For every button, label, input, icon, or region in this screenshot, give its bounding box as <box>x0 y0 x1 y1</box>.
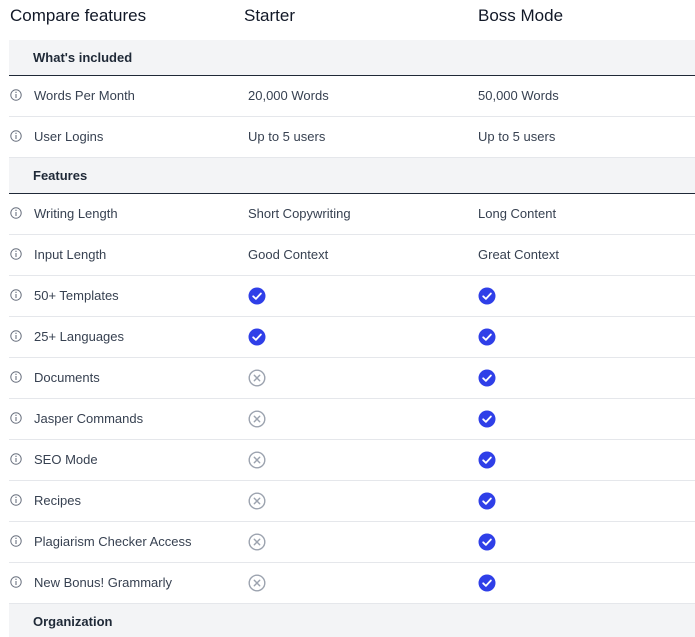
section-header: What's included <box>9 40 695 76</box>
plan-boss-mode-heading: Boss Mode <box>478 6 564 25</box>
starter-value: Up to 5 users <box>248 129 326 144</box>
info-icon[interactable] <box>10 576 22 588</box>
feature-comparison-table: What's included Words Per Month 20,000 Wor… <box>9 40 695 637</box>
table-row: Writing Length Short Copywriting Long Cont… <box>9 194 695 235</box>
section-title: Organization <box>33 614 113 629</box>
section-header: Organization <box>9 604 695 637</box>
check-icon <box>478 574 496 592</box>
check-icon <box>478 328 496 346</box>
table-row: SEO Mode <box>9 440 695 481</box>
boss-mode-value: Great Context <box>478 247 559 262</box>
feature-label: New Bonus! Grammarly <box>34 575 172 590</box>
info-icon[interactable] <box>10 535 22 547</box>
info-icon[interactable] <box>10 412 22 424</box>
table-row: 50+ Templates <box>9 276 695 317</box>
section-header: Features <box>9 158 695 194</box>
x-icon <box>248 533 266 551</box>
check-icon <box>248 328 266 346</box>
info-icon[interactable] <box>10 207 22 219</box>
x-icon <box>248 574 266 592</box>
check-icon <box>478 492 496 510</box>
feature-label: Jasper Commands <box>34 411 144 426</box>
check-icon <box>478 533 496 551</box>
info-icon[interactable] <box>10 330 22 342</box>
check-icon <box>478 369 496 387</box>
feature-label: Words Per Month <box>34 88 135 103</box>
table-row: Plagiarism Checker Access <box>9 522 695 563</box>
info-icon[interactable] <box>10 89 22 101</box>
table-row: New Bonus! Grammarly <box>9 563 695 604</box>
x-icon <box>248 369 266 387</box>
info-icon[interactable] <box>10 453 22 465</box>
section-title: Features <box>33 168 88 183</box>
feature-label: 25+ Languages <box>34 329 125 344</box>
check-icon <box>248 287 266 305</box>
section-title: What's included <box>33 50 133 65</box>
info-icon[interactable] <box>10 289 22 301</box>
compare-title: Compare features <box>10 6 147 25</box>
feature-label: User Logins <box>34 129 104 144</box>
table-row: Words Per Month 20,000 Words 50,000 Words <box>9 76 695 117</box>
compare-header: Compare features Starter Boss Mode <box>0 0 695 34</box>
feature-label: Documents <box>34 370 100 385</box>
info-icon[interactable] <box>10 248 22 260</box>
starter-value: 20,000 Words <box>248 88 329 103</box>
check-icon <box>478 451 496 469</box>
table-row: Recipes <box>9 481 695 522</box>
x-icon <box>248 451 266 469</box>
check-icon <box>478 287 496 305</box>
table-row: Documents <box>9 358 695 399</box>
info-icon[interactable] <box>10 130 22 142</box>
starter-value: Short Copywriting <box>248 206 351 221</box>
table-row: Jasper Commands <box>9 399 695 440</box>
feature-label: Input Length <box>34 247 107 262</box>
feature-label: SEO Mode <box>34 452 98 467</box>
x-icon <box>248 492 266 510</box>
boss-mode-value: Up to 5 users <box>478 129 556 144</box>
info-icon[interactable] <box>10 371 22 383</box>
boss-mode-value: Long Content <box>478 206 557 221</box>
table-row: Input Length Good Context Great Context <box>9 235 695 276</box>
feature-label: Plagiarism Checker Access <box>34 534 192 549</box>
check-icon <box>478 410 496 428</box>
x-icon <box>248 410 266 428</box>
plan-starter-heading: Starter <box>244 6 296 25</box>
table-row: User Logins Up to 5 users Up to 5 users <box>9 117 695 158</box>
boss-mode-value: 50,000 Words <box>478 88 559 103</box>
feature-label: 50+ Templates <box>34 288 119 303</box>
feature-label: Recipes <box>34 493 81 508</box>
table-row: 25+ Languages <box>9 317 695 358</box>
feature-label: Writing Length <box>34 206 118 221</box>
starter-value: Good Context <box>248 247 329 262</box>
info-icon[interactable] <box>10 494 22 506</box>
